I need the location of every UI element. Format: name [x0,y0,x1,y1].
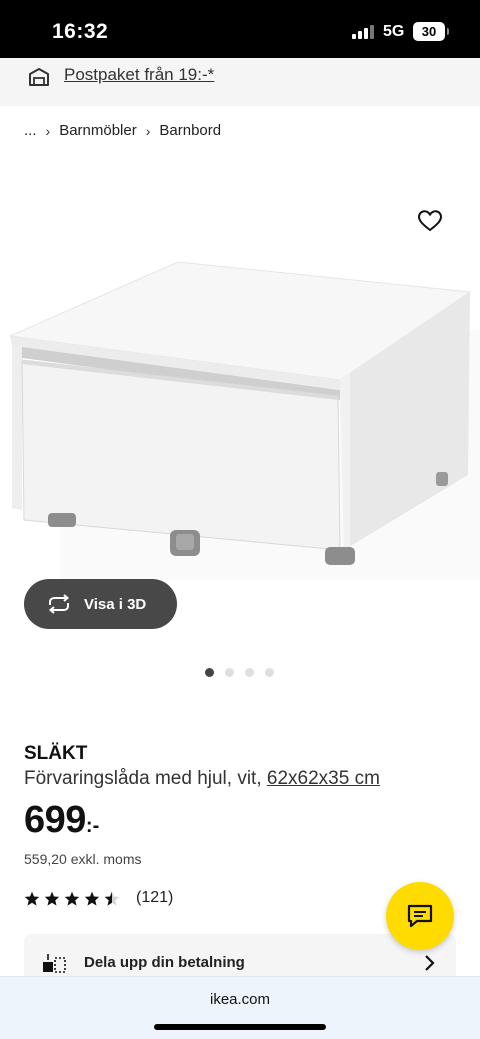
carousel-indicator [205,668,285,677]
breadcrumb: ... › Barnmöbler › Barnbord [24,122,221,139]
carousel-dot[interactable] [265,668,274,677]
product-description: Förvaringslåda med hjul, vit, 62x62x35 c… [24,768,380,790]
product-name: SLÄKT [24,743,88,764]
price-suffix: :- [85,815,100,837]
half-star-icon [104,891,120,906]
rating-stars [24,891,124,906]
star-icon [64,891,80,906]
signal-icon [352,25,374,39]
breadcrumb-ellipsis[interactable]: ... [24,122,37,139]
split-payment-label: Dela upp din betalning [84,954,245,971]
browser-url-bar[interactable]: ikea.com [0,976,480,1039]
status-time: 16:32 [52,20,109,43]
carousel-dot[interactable] [205,668,214,677]
product-image[interactable] [0,160,480,640]
product-size-link[interactable]: 62x62x35 cm [267,768,380,789]
network-type: 5G [383,23,405,40]
chat-icon [407,904,433,928]
carousel-dot[interactable] [245,668,254,677]
star-icon [44,891,60,906]
view-3d-label: Visa i 3D [84,595,147,613]
price-value: 699 [24,799,86,841]
product-description-text: Förvaringslåda med hjul, vit, [24,768,262,789]
rotate-3d-icon [48,594,70,614]
split-payment-icon [43,954,66,973]
product-rating[interactable]: (121) [24,889,173,907]
status-bar: 16:32 5G 30 [0,0,480,58]
chevron-right-icon: › [45,122,51,139]
chevron-right-icon: › [145,122,151,139]
rating-count: (121) [136,889,174,906]
url-text[interactable]: ikea.com [0,991,480,1008]
star-icon [84,891,100,906]
home-indicator [154,1024,326,1030]
shipping-promo-link[interactable]: Postpaket från 19:-* [64,65,214,85]
chat-button[interactable] [386,882,454,950]
star-icon [24,891,40,906]
heart-icon[interactable] [418,210,442,232]
battery-icon: 30 [413,22,449,41]
breadcrumb-item-barnmobler[interactable]: Barnmöbler [59,122,137,139]
shipping-promo-bar[interactable]: Postpaket från 19:-* [0,58,480,106]
price-excl-vat: 559,20 exkl. moms [24,851,142,867]
chevron-right-icon [425,955,435,971]
product-price: 699 :- [24,799,99,842]
package-icon [29,68,49,86]
carousel-dot[interactable] [225,668,234,677]
view-3d-button[interactable]: Visa i 3D [24,579,177,629]
breadcrumb-item-barnbord[interactable]: Barnbord [159,122,221,139]
